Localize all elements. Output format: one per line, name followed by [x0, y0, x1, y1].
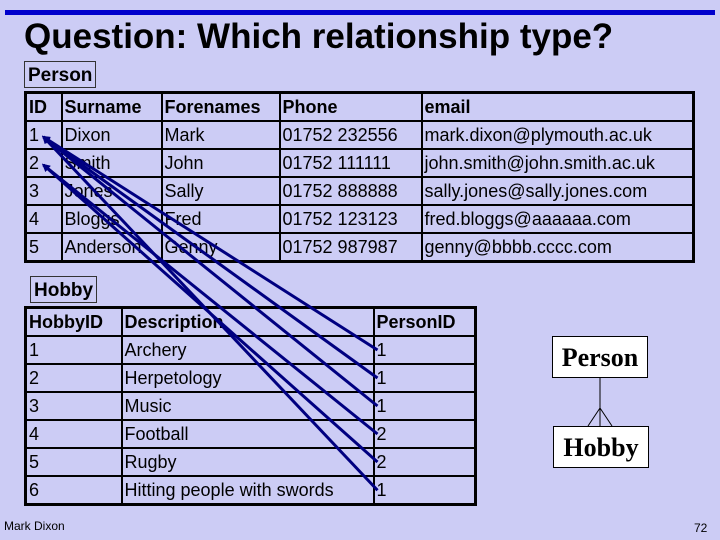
- hobby-row-cell: 2: [24, 363, 123, 393]
- person-row-cell: Mark: [160, 120, 281, 150]
- hobby-row-cell: Music: [120, 391, 375, 421]
- hobby-row-cell: 5: [24, 447, 123, 477]
- hobby-row: 1 Archery 1: [24, 335, 477, 365]
- person-row-cell: Fred: [160, 204, 281, 234]
- person-row-cell: 2: [24, 148, 63, 178]
- person-row: 2 Smith John 01752 111111 john.smith@john.sm…: [24, 148, 695, 178]
- person-row-cell: 01752 232556: [278, 120, 423, 150]
- hobby-row: 4 Football 2: [24, 419, 477, 449]
- hobby-row-cell: 1: [24, 335, 123, 365]
- hobby-row-cell: 1: [372, 363, 477, 393]
- hobby-row-cell: 2: [372, 447, 477, 477]
- hobby-row-cell: 2: [372, 419, 477, 449]
- hobby-row-cell: 1: [372, 475, 477, 506]
- person-row-cell: 3: [24, 176, 63, 206]
- person-header-row: ID Surname Forenames Phone email: [24, 91, 695, 122]
- person-row-cell: John: [160, 148, 281, 178]
- person-table-name: Person: [24, 61, 97, 88]
- title-rule: [5, 10, 715, 15]
- hobby-row-cell: Hitting people with swords: [120, 475, 375, 506]
- person-col-phone: Phone: [278, 91, 423, 122]
- person-row-cell: 01752 987987: [278, 232, 423, 263]
- person-row-cell: 1: [24, 120, 63, 150]
- person-row-cell: Dixon: [60, 120, 163, 150]
- person-row-cell: Sally: [160, 176, 281, 206]
- hobby-row: 3 Music 1: [24, 391, 477, 421]
- hobby-table: HobbyID Description PersonID 1 Archery 1 2 H…: [24, 306, 477, 506]
- er-entity-person: Person: [552, 336, 648, 378]
- hobby-row-cell: Football: [120, 419, 375, 449]
- hobby-row: 6 Hitting people with swords 1: [24, 475, 477, 506]
- hobby-row-cell: 4: [24, 419, 123, 449]
- hobby-row-cell: 6: [24, 475, 123, 506]
- person-row-cell: Bloggs: [60, 204, 163, 234]
- page-number: 72: [694, 521, 708, 535]
- person-row-cell: 4: [24, 204, 63, 234]
- slide-title: Question: Which relationship type?: [24, 17, 614, 56]
- person-row-cell: 01752 123123: [278, 204, 423, 234]
- er-entity-hobby: Hobby: [553, 426, 649, 468]
- person-row-cell: 01752 111111: [278, 148, 423, 178]
- hobby-row: 5 Rugby 2: [24, 447, 477, 477]
- person-row-cell: fred.bloggs@aaaaaa.com: [420, 204, 695, 234]
- hobby-col-personid: PersonID: [372, 306, 477, 337]
- person-row-cell: Anderson: [60, 232, 163, 263]
- person-row: 1 Dixon Mark 01752 232556 mark.dixon@plymout…: [24, 120, 695, 150]
- footer-author: Mark Dixon: [4, 519, 65, 533]
- person-row-cell: john.smith@john.smith.ac.uk: [420, 148, 695, 178]
- person-row-cell: 5: [24, 232, 63, 263]
- person-row: 4 Bloggs Fred 01752 123123 fred.bloggs@aaaaa…: [24, 204, 695, 234]
- hobby-row-cell: 1: [372, 391, 477, 421]
- person-row-cell: Smith: [60, 148, 163, 178]
- person-row-cell: genny@bbbb.cccc.com: [420, 232, 695, 263]
- hobby-col-hobbyid: HobbyID: [24, 306, 123, 337]
- hobby-col-description: Description: [120, 306, 375, 337]
- hobby-row-cell: 1: [372, 335, 477, 365]
- person-col-email: email: [420, 91, 695, 122]
- hobby-row: 2 Herpetology 1: [24, 363, 477, 393]
- hobby-row-cell: Rugby: [120, 447, 375, 477]
- hobby-row-cell: 3: [24, 391, 123, 421]
- hobby-table-name: Hobby: [30, 276, 98, 303]
- person-row-cell: sally.jones@sally.jones.com: [420, 176, 695, 206]
- hobby-row-cell: Archery: [120, 335, 375, 365]
- person-row-cell: Jones: [60, 176, 163, 206]
- hobby-row-cell: Herpetology: [120, 363, 375, 393]
- person-row-cell: mark.dixon@plymouth.ac.uk: [420, 120, 695, 150]
- person-row: 3 Jones Sally 01752 888888 sally.jones@sally…: [24, 176, 695, 206]
- hobby-header-row: HobbyID Description PersonID: [24, 306, 477, 337]
- person-table: ID Surname Forenames Phone email 1 Dixon M…: [24, 91, 695, 263]
- person-row-cell: 01752 888888: [278, 176, 423, 206]
- person-row-cell: Genny: [160, 232, 281, 263]
- person-row: 5 Anderson Genny 01752 987987 genny@bbbb.ccc…: [24, 232, 695, 263]
- person-col-id: ID: [24, 91, 63, 122]
- person-col-forenames: Forenames: [160, 91, 281, 122]
- person-col-surname: Surname: [60, 91, 163, 122]
- crows-foot-connector: [587, 378, 613, 427]
